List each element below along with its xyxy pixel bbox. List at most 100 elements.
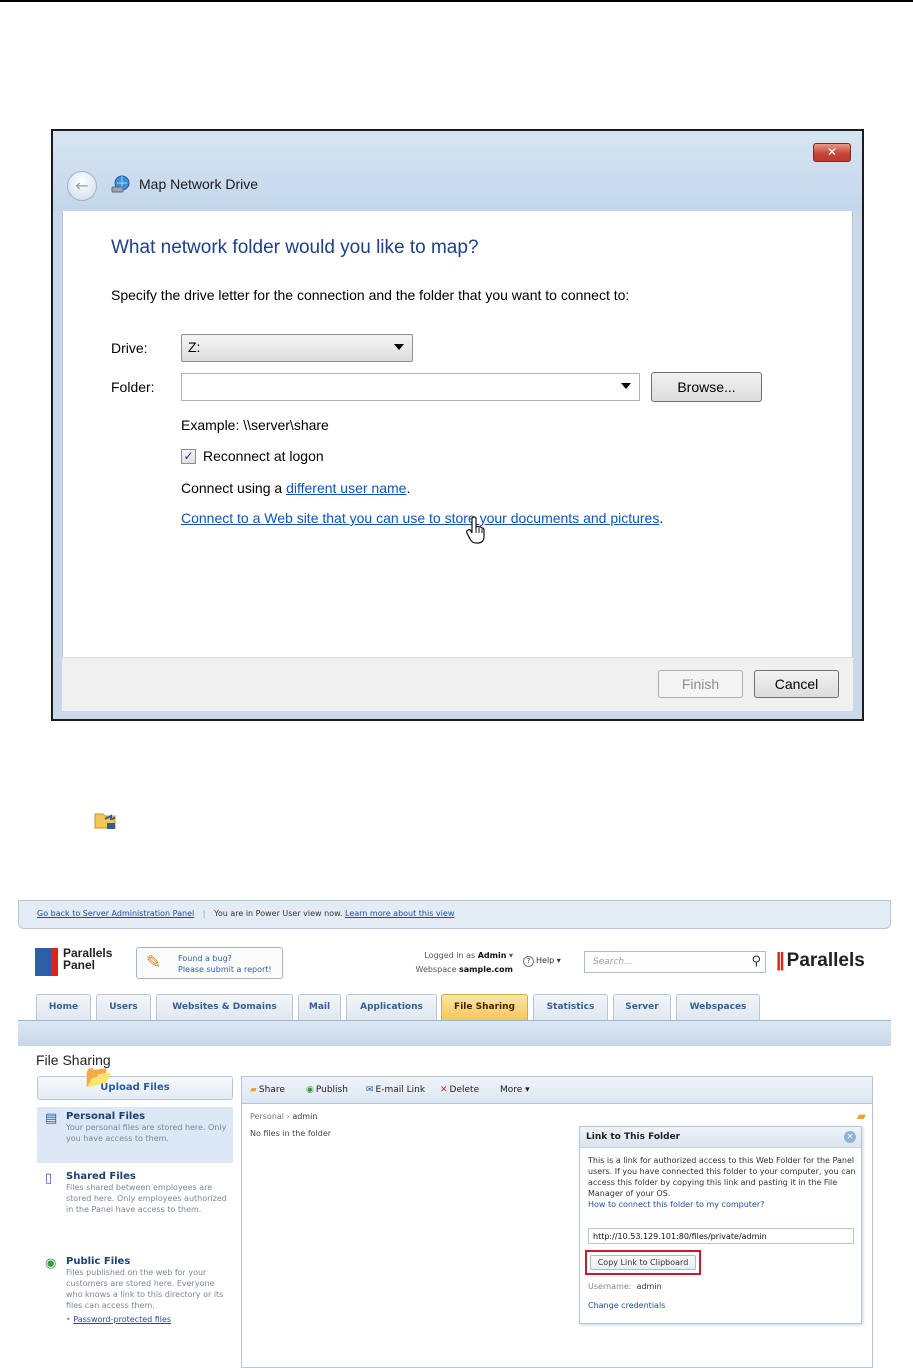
tab-file-sharing[interactable]: File Sharing bbox=[441, 994, 528, 1020]
password-protected-link[interactable]: Password-protected files bbox=[73, 1315, 171, 1324]
dialog-title: Map Network Drive bbox=[139, 176, 259, 192]
copy-link-highlight: Copy Link to Clipboard bbox=[585, 1250, 701, 1275]
help-menu[interactable]: ? Help ▾ bbox=[523, 956, 561, 967]
web-site-suffix: . bbox=[659, 510, 664, 526]
upload-folder-icon: 📂 bbox=[85, 1065, 113, 1090]
breadcrumb-admin: admin bbox=[292, 1112, 318, 1121]
publish-button[interactable]: ◉ Publish bbox=[306, 1085, 348, 1095]
username-value: admin bbox=[636, 1282, 662, 1291]
dialog-title-area bbox=[53, 131, 862, 211]
tab-webspaces[interactable]: Webspaces bbox=[676, 994, 760, 1020]
email-icon: ✉ bbox=[366, 1085, 374, 1095]
email-link-button[interactable]: ✉ E-mail Link bbox=[366, 1085, 425, 1095]
bug-line1: Found a bug? bbox=[178, 954, 232, 963]
publish-icon: ◉ bbox=[306, 1085, 314, 1095]
browse-button[interactable]: Browse... bbox=[651, 372, 762, 402]
link-to-folder-popup: Link to This Folder ✕ This is a link for… bbox=[579, 1126, 862, 1324]
main-tabs: Home Users Websites & Domains Mail Appli… bbox=[18, 988, 891, 1020]
share-button[interactable]: ▰ Share bbox=[250, 1085, 285, 1095]
popup-desc-text: This is a link for authorized access to … bbox=[588, 1156, 856, 1198]
bug-report-text: Found a bug? Please submit a report! bbox=[178, 953, 272, 975]
sidebar-item-shared-files[interactable]: ▯ Shared Files Files shared between empl… bbox=[37, 1167, 233, 1245]
view-notice-bar: Go back to Server Administration Panel |… bbox=[18, 900, 891, 929]
share-icon: ▰ bbox=[250, 1085, 257, 1095]
file-toolbar: ▰ Share ◉ Publish ✉ E-mail Link ✕ Delete Mor… bbox=[242, 1077, 872, 1104]
search-placeholder: Search... bbox=[593, 957, 633, 967]
brand-text: Parallels bbox=[786, 950, 865, 971]
drive-label: Drive: bbox=[111, 340, 148, 356]
upload-files-button[interactable]: 📂 Upload Files bbox=[37, 1067, 233, 1100]
web-site-link[interactable]: Connect to a Web site that you can use t… bbox=[181, 510, 659, 526]
delete-label: Delete bbox=[449, 1085, 480, 1095]
separator: | bbox=[202, 909, 206, 918]
popup-close-icon[interactable]: ✕ bbox=[844, 1131, 856, 1143]
copy-link-button[interactable]: Copy Link to Clipboard bbox=[590, 1255, 696, 1270]
webspace-prefix: Webspace bbox=[415, 965, 457, 974]
map-network-drive-dialog: ✕ ← Map Network Drive What network folde… bbox=[51, 129, 864, 721]
sidebar-item-title: Shared Files bbox=[66, 1171, 136, 1182]
cancel-button[interactable]: Cancel bbox=[754, 670, 839, 698]
finish-button[interactable]: Finish bbox=[658, 670, 743, 698]
sidebar-item-public-files[interactable]: ◉ Public Files Files published on the we… bbox=[37, 1252, 233, 1362]
reconnect-label[interactable]: Reconnect at logon bbox=[203, 448, 324, 464]
tab-server[interactable]: Server bbox=[613, 994, 671, 1020]
popup-title: Link to This Folder bbox=[586, 1132, 681, 1142]
chevron-down-icon[interactable] bbox=[621, 383, 631, 389]
tab-applications[interactable]: Applications bbox=[346, 994, 437, 1020]
sidebar-item-title: Personal Files bbox=[66, 1111, 146, 1122]
drive-select[interactable]: Z: bbox=[181, 334, 413, 362]
tab-home[interactable]: Home bbox=[36, 994, 91, 1020]
help-label: Help bbox=[536, 956, 555, 965]
report-bug-button[interactable]: ✎ Found a bug? Please submit a report! bbox=[136, 947, 283, 979]
public-files-icon: ◉ bbox=[45, 1256, 57, 1271]
folder-link-icon[interactable]: ▰ bbox=[857, 1109, 866, 1123]
webspace-value[interactable]: sample.com bbox=[459, 965, 513, 974]
sidebar-item-desc: Files shared between employees are store… bbox=[66, 1183, 227, 1214]
email-label: E-mail Link bbox=[375, 1085, 426, 1095]
popup-description: This is a link for authorized access to … bbox=[588, 1155, 856, 1210]
close-icon[interactable]: ✕ bbox=[813, 143, 851, 162]
parallels-brand-logo: || Parallels bbox=[776, 950, 865, 971]
sidebar-item-personal-files[interactable]: ▤ Personal Files Your personal files are… bbox=[37, 1107, 233, 1163]
different-user-link[interactable]: different user name bbox=[286, 480, 406, 496]
search-input[interactable]: Search... ⚲ bbox=[584, 951, 766, 973]
connect-prefix: Connect using a bbox=[181, 480, 287, 496]
logged-user-menu[interactable]: Admin bbox=[478, 951, 507, 960]
tab-websites-domains[interactable]: Websites & Domains bbox=[156, 994, 293, 1020]
more-menu[interactable]: More ▾ bbox=[500, 1085, 530, 1095]
folder-label: Folder: bbox=[111, 379, 155, 395]
bug-line2: Please submit a report! bbox=[178, 965, 272, 974]
sidebar-item-title: Public Files bbox=[66, 1256, 131, 1267]
reconnect-checkbox[interactable]: ✓ bbox=[181, 449, 196, 464]
change-credentials-link[interactable]: Change credentials bbox=[588, 1301, 665, 1310]
shared-files-icon: ▯ bbox=[45, 1171, 53, 1186]
dialog-heading: What network folder would you like to ma… bbox=[111, 237, 479, 258]
bug-report-icon: ✎ bbox=[146, 952, 162, 973]
breadcrumb-personal[interactable]: Personal bbox=[250, 1112, 284, 1121]
shared-folder-icon bbox=[94, 813, 116, 829]
username-label: Username: bbox=[588, 1282, 632, 1291]
folder-url-field[interactable]: http://10.53.129.101:80/files/private/ad… bbox=[588, 1228, 854, 1244]
back-to-admin-link[interactable]: Go back to Server Administration Panel bbox=[37, 909, 194, 918]
tab-statistics[interactable]: Statistics bbox=[533, 994, 608, 1020]
sidebar-item-desc: Files published on the web for your cust… bbox=[66, 1268, 224, 1310]
folder-input[interactable] bbox=[181, 373, 640, 401]
view-notice-text: You are in Power User view now. bbox=[214, 909, 343, 918]
personal-files-icon: ▤ bbox=[45, 1111, 58, 1126]
tab-users[interactable]: Users bbox=[96, 994, 151, 1020]
page-top-rule bbox=[0, 0, 913, 2]
hand-pointer-icon bbox=[466, 516, 485, 544]
back-arrow-icon[interactable]: ← bbox=[67, 171, 97, 201]
protected-files-item: • Password-protected files bbox=[66, 1315, 172, 1324]
search-icon[interactable]: ⚲ bbox=[751, 954, 761, 969]
howto-link[interactable]: How to connect this folder to my compute… bbox=[588, 1200, 764, 1209]
connect-using-line: Connect using a different user name. bbox=[181, 480, 410, 496]
learn-more-link[interactable]: Learn more about this view bbox=[345, 909, 454, 918]
delete-button[interactable]: ✕ Delete bbox=[440, 1085, 479, 1095]
parallels-logo-icon bbox=[35, 948, 58, 976]
drive-select-value: Z: bbox=[188, 339, 201, 355]
dialog-instruction: Specify the drive letter for the connect… bbox=[111, 287, 630, 303]
tab-mail[interactable]: Mail bbox=[298, 994, 341, 1020]
publish-label: Publish bbox=[315, 1085, 348, 1095]
help-icon: ? bbox=[523, 956, 534, 967]
